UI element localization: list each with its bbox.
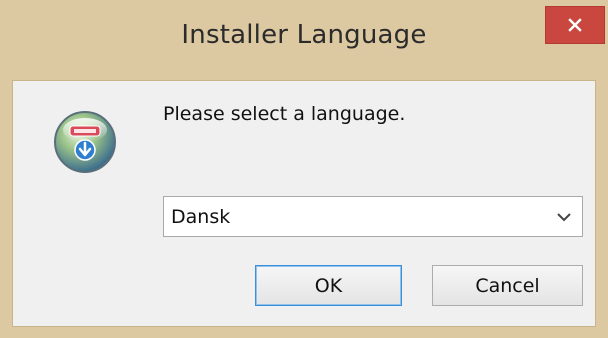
- dialog-body: Please select a language. Dansk OK Cance…: [12, 80, 596, 327]
- installer-globe-icon: [54, 111, 116, 173]
- chevron-down-icon: [557, 213, 571, 222]
- installer-language-window: Installer Language Please select a langu…: [0, 0, 608, 338]
- window-title: Installer Language: [181, 20, 427, 50]
- prompt-message: Please select a language.: [163, 103, 406, 125]
- close-button[interactable]: [545, 6, 605, 44]
- title-bar[interactable]: Installer Language: [0, 0, 608, 80]
- ok-button[interactable]: OK: [255, 265, 402, 306]
- language-select-value: Dansk: [171, 206, 231, 228]
- cancel-button[interactable]: Cancel: [432, 265, 583, 306]
- close-icon: [568, 18, 582, 32]
- language-select[interactable]: Dansk: [163, 196, 583, 237]
